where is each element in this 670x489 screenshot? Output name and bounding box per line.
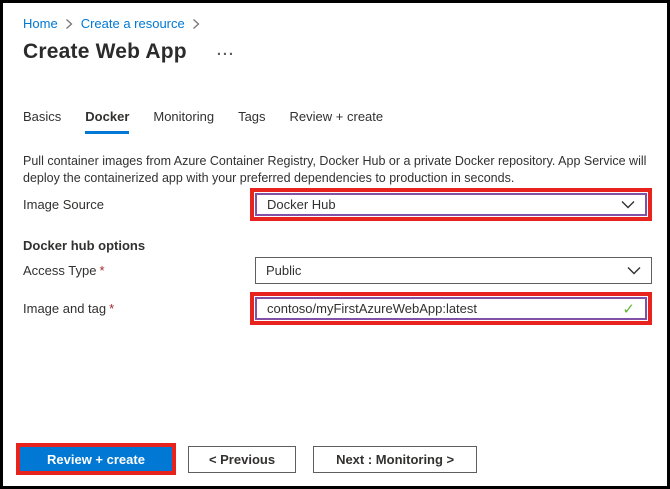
image-and-tag-row: Image and tag* ✓ <box>23 292 652 325</box>
red-highlight-box: Docker Hub <box>250 188 652 221</box>
image-and-tag-field: ✓ <box>255 297 647 320</box>
create-web-app-window: Home Create a resource Create Web App ··… <box>0 0 670 489</box>
title-row: Create Web App ··· <box>23 40 652 64</box>
tab-review-create[interactable]: Review + create <box>290 109 384 134</box>
chevron-right-icon <box>65 18 74 30</box>
image-source-value: Docker Hub <box>267 197 336 212</box>
valid-check-icon: ✓ <box>622 300 635 318</box>
more-actions-icon[interactable]: ··· <box>217 47 235 62</box>
docker-hub-options-header: Docker hub options <box>23 238 146 253</box>
access-type-row: Access Type * Public <box>23 257 652 284</box>
breadcrumb-create-resource-link[interactable]: Create a resource <box>81 16 185 31</box>
access-type-label-text: Access Type <box>23 263 97 278</box>
tab-bar: Basics Docker Monitoring Tags Review + c… <box>23 109 652 134</box>
image-and-tag-label-text: Image and tag <box>23 301 107 316</box>
image-and-tag-input[interactable] <box>267 301 615 316</box>
red-highlight-box: ✓ <box>250 292 652 325</box>
access-type-value: Public <box>266 263 302 278</box>
previous-button[interactable]: < Previous <box>187 445 297 473</box>
tab-basics[interactable]: Basics <box>23 109 61 134</box>
access-type-label: Access Type * <box>23 263 250 278</box>
breadcrumb-home-link[interactable]: Home <box>23 16 58 31</box>
next-monitoring-button[interactable]: Next : Monitoring > <box>313 445 478 473</box>
page-content: Home Create a resource Create Web App ··… <box>3 3 667 325</box>
chevron-down-icon <box>627 266 641 275</box>
chevron-right-icon <box>192 18 201 30</box>
page-title: Create Web App <box>23 40 187 63</box>
breadcrumb: Home Create a resource <box>23 16 652 31</box>
image-source-label: Image Source <box>23 197 104 212</box>
image-and-tag-label: Image and tag * <box>23 301 250 316</box>
tab-tags[interactable]: Tags <box>238 109 265 134</box>
chevron-down-icon <box>621 200 635 209</box>
required-asterisk: * <box>99 263 105 278</box>
footer-button-bar: Review + create < Previous Next : Monito… <box>16 443 478 475</box>
access-type-dropdown[interactable]: Public <box>255 257 652 284</box>
red-highlight-box: Review + create <box>16 443 176 475</box>
image-source-row: Image Source Docker Hub <box>23 188 652 221</box>
required-asterisk: * <box>109 301 115 316</box>
tab-docker[interactable]: Docker <box>85 109 130 134</box>
image-source-dropdown[interactable]: Docker Hub <box>255 193 647 216</box>
docker-tab-description: Pull container images from Azure Contain… <box>23 154 647 185</box>
tab-monitoring[interactable]: Monitoring <box>153 109 214 134</box>
review-create-button[interactable]: Review + create <box>20 447 172 471</box>
